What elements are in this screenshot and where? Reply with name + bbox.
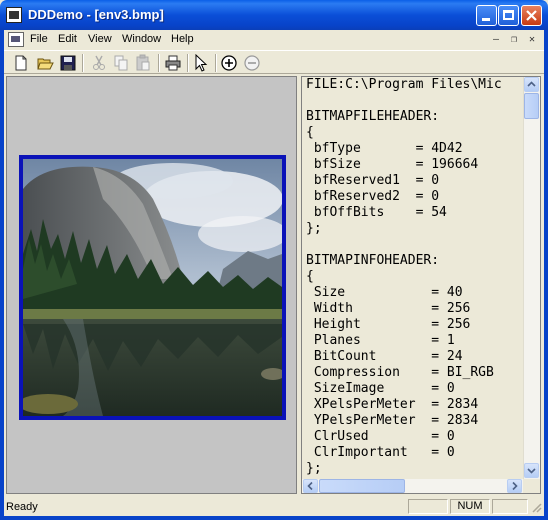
print-icon bbox=[165, 55, 181, 71]
header-text-line: bfType = 4D42 bbox=[306, 141, 463, 156]
chevron-left-icon bbox=[307, 481, 313, 491]
status-bar: Ready NUM bbox=[4, 497, 544, 516]
zoom-in-icon bbox=[221, 55, 237, 71]
header-text-line: ClrUsed = 0 bbox=[306, 429, 455, 444]
close-button[interactable] bbox=[521, 5, 542, 26]
child-close-icon[interactable]: ✕ bbox=[526, 34, 538, 46]
header-text-line: { bbox=[306, 125, 314, 140]
status-panel-empty bbox=[408, 499, 448, 514]
header-text-pane[interactable]: FILE:C:\Program Files\Mic BITMAPFILEHEADE… bbox=[301, 76, 541, 494]
child-restore-icon[interactable]: ❐ bbox=[508, 34, 520, 46]
image-frame bbox=[19, 155, 286, 420]
copy-button[interactable] bbox=[112, 54, 130, 72]
cut-button[interactable] bbox=[90, 54, 108, 72]
header-text-line: bfOffBits = 54 bbox=[306, 205, 447, 220]
header-text-line: bfReserved1 = 0 bbox=[306, 173, 440, 188]
save-button[interactable] bbox=[59, 54, 77, 72]
paste-button[interactable] bbox=[134, 54, 152, 72]
print-button[interactable] bbox=[164, 54, 182, 72]
document-icon[interactable] bbox=[8, 32, 24, 47]
status-panel-scroll bbox=[492, 499, 528, 514]
menu-bar: File Edit View Window Help – ❐ ✕ bbox=[4, 30, 544, 50]
header-text-line: YPelsPerMeter = 2834 bbox=[306, 413, 479, 428]
open-icon bbox=[37, 58, 54, 70]
header-text-line: bfSize = 196664 bbox=[306, 157, 479, 172]
vertical-scroll-thumb[interactable] bbox=[524, 93, 539, 119]
status-num: NUM bbox=[450, 499, 490, 514]
pointer-icon bbox=[195, 54, 208, 72]
window-frame-bottom bbox=[0, 516, 548, 520]
header-text-line: bfReserved2 = 0 bbox=[306, 189, 440, 204]
open-button[interactable] bbox=[36, 54, 54, 72]
scroll-left-button[interactable] bbox=[303, 479, 318, 493]
maximize-icon bbox=[503, 10, 514, 20]
title-bar[interactable]: DDDemo - [env3.bmp] bbox=[0, 0, 548, 30]
header-text-line: Planes = 1 bbox=[306, 333, 455, 348]
image-pane[interactable] bbox=[6, 76, 297, 494]
scroll-right-button[interactable] bbox=[507, 479, 522, 493]
header-text-line: BITMAPFILEHEADER: bbox=[306, 109, 440, 124]
zoom-out-button[interactable] bbox=[243, 54, 261, 72]
pointer-button[interactable] bbox=[192, 54, 210, 72]
cut-icon bbox=[93, 55, 105, 70]
horizontal-scrollbar[interactable] bbox=[302, 479, 523, 493]
copy-icon bbox=[114, 55, 128, 71]
header-text-line: BitCount = 24 bbox=[306, 349, 463, 364]
maximize-button[interactable] bbox=[498, 5, 519, 26]
toolbar bbox=[4, 50, 544, 74]
scroll-up-button[interactable] bbox=[524, 77, 539, 92]
window-frame-right bbox=[544, 30, 548, 520]
landscape-photo bbox=[23, 159, 282, 416]
header-text-line: XPelsPerMeter = 2834 bbox=[306, 397, 479, 412]
menu-file[interactable]: File bbox=[30, 33, 48, 45]
header-text: FILE:C:\Program Files\Mic BITMAPFILEHEADE… bbox=[302, 77, 523, 477]
header-text-line bbox=[306, 237, 523, 253]
new-button[interactable] bbox=[12, 54, 30, 72]
window-title: DDDemo - [env3.bmp] bbox=[28, 7, 164, 22]
header-text-line bbox=[306, 93, 523, 109]
window-frame-left bbox=[0, 30, 4, 520]
new-icon bbox=[15, 55, 27, 71]
resize-grip-icon[interactable] bbox=[530, 501, 542, 513]
status-text: Ready bbox=[6, 501, 38, 513]
chevron-down-icon bbox=[527, 468, 536, 474]
menu-help[interactable]: Help bbox=[171, 33, 194, 45]
header-text-line: Height = 256 bbox=[306, 317, 471, 332]
close-icon bbox=[526, 10, 537, 21]
header-text-view[interactable]: FILE:C:\Program Files\Mic BITMAPFILEHEADE… bbox=[302, 77, 523, 479]
horizontal-scroll-thumb[interactable] bbox=[319, 479, 405, 493]
save-icon bbox=[60, 55, 76, 71]
header-text-line: ClrImportant = 0 bbox=[306, 445, 455, 460]
header-text-line: Size = 40 bbox=[306, 285, 463, 300]
header-text-line: FILE:C:\Program Files\Mic bbox=[306, 77, 502, 92]
minimize-button[interactable] bbox=[476, 5, 497, 26]
paste-icon bbox=[136, 54, 150, 71]
header-text-line: }; bbox=[306, 221, 322, 236]
app-icon[interactable] bbox=[6, 7, 22, 23]
scroll-down-button[interactable] bbox=[524, 463, 539, 478]
chevron-up-icon bbox=[527, 81, 536, 87]
header-text-line: SizeImage = 0 bbox=[306, 381, 455, 396]
menu-view[interactable]: View bbox=[88, 33, 112, 45]
menu-window[interactable]: Window bbox=[122, 33, 161, 45]
header-text-line: { bbox=[306, 269, 314, 284]
child-minimize-icon[interactable]: – bbox=[490, 34, 502, 46]
header-text-line: BITMAPINFOHEADER: bbox=[306, 253, 440, 268]
zoom-out-icon bbox=[244, 55, 260, 71]
minimize-icon bbox=[482, 18, 490, 21]
zoom-in-button[interactable] bbox=[220, 54, 238, 72]
menu-edit[interactable]: Edit bbox=[58, 33, 77, 45]
vertical-scrollbar[interactable] bbox=[523, 77, 540, 479]
header-text-line: Compression = BI_RGB bbox=[306, 365, 494, 380]
mdi-client: FILE:C:\Program Files\Mic BITMAPFILEHEADE… bbox=[4, 74, 544, 496]
header-text-line: Width = 256 bbox=[306, 301, 471, 316]
chevron-right-icon bbox=[512, 481, 518, 491]
header-text-line: }; bbox=[306, 461, 322, 476]
scroll-corner bbox=[523, 479, 540, 493]
